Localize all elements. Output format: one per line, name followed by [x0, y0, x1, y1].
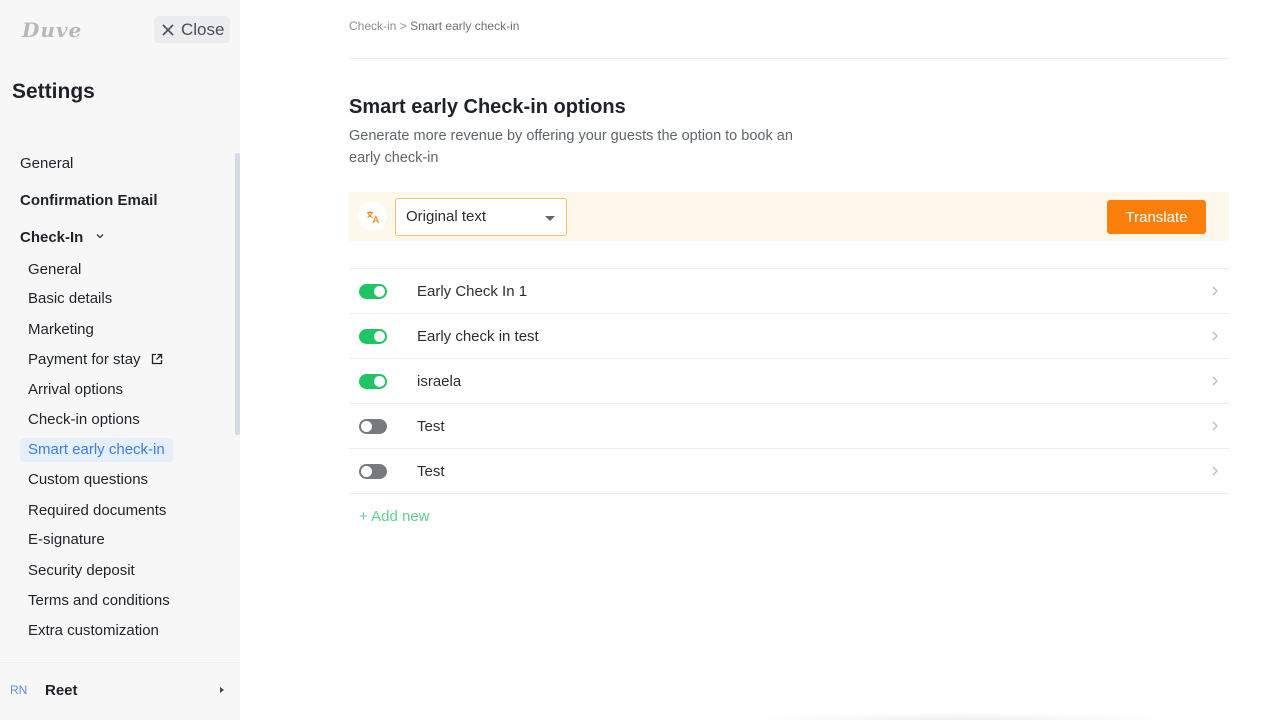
chevron-right-icon — [1212, 466, 1218, 476]
sidebar-subitem-terms-and-conditions[interactable]: Terms and conditions — [20, 589, 178, 613]
close-icon — [162, 23, 174, 36]
sidebar-subitem-label: General — [28, 261, 82, 278]
sidebar-subitem-required-documents[interactable]: Required documents — [20, 499, 174, 523]
option-label: Test — [417, 463, 445, 480]
sidebar-subitem-label: Extra customization — [28, 622, 159, 639]
breadcrumb-parent[interactable]: Check-in — [349, 19, 396, 33]
sidebar-subitem-label: Smart early check-in — [28, 441, 165, 458]
breadcrumb-current: Smart early check-in — [410, 19, 520, 33]
translate-icon — [358, 202, 387, 231]
user-menu[interactable]: RN Reet — [0, 662, 240, 720]
breadcrumb-separator: > — [399, 19, 407, 33]
translate-bar: Original text Translate — [349, 192, 1229, 241]
sidebar-subitem-label: Required documents — [28, 502, 167, 519]
sidebar-subitem-label: Payment for stay — [28, 351, 141, 368]
list-item[interactable]: Early check in test — [349, 314, 1229, 359]
sidebar-subitem-basic-details[interactable]: Basic details — [20, 287, 120, 311]
chevron-right-icon — [1212, 421, 1218, 431]
page-title: Smart early Check-in options — [349, 96, 626, 118]
chevron-down-icon — [545, 216, 555, 221]
sidebar-item-check-in[interactable]: Check-In — [20, 229, 104, 246]
sidebar-scrollbar[interactable] — [235, 153, 240, 435]
list-item[interactable]: Early Check In 1 — [349, 269, 1229, 314]
sidebar-subitem-marketing[interactable]: Marketing — [20, 318, 102, 342]
sidebar-subitem-label: Terms and conditions — [28, 592, 170, 609]
sidebar-item-label: General — [20, 155, 74, 172]
sidebar-item-general[interactable]: General — [20, 155, 73, 172]
sidebar-item-label: Check-In — [20, 229, 84, 246]
enable-toggle[interactable] — [359, 374, 387, 389]
option-label: Test — [417, 418, 445, 435]
sidebar-subitem-payment-for-stay[interactable]: Payment for stay — [20, 348, 171, 372]
sidebar-subitem-label: Marketing — [28, 321, 94, 338]
bottom-shadow — [740, 712, 1180, 720]
sidebar-subitem-e-signature[interactable]: E-signature — [20, 528, 113, 552]
early-check-in-options-list: Early Check In 1 Early check in test isr… — [349, 268, 1229, 494]
sidebar-subitem-smart-early-check-in[interactable]: Smart early check-in — [20, 438, 173, 462]
option-label: Early check in test — [417, 328, 539, 345]
avatar: RN — [10, 683, 28, 697]
settings-title: Settings — [12, 80, 95, 103]
language-select-value: Original text — [406, 208, 487, 225]
list-item[interactable]: israela — [349, 359, 1229, 404]
sidebar-subitem-label: Custom questions — [28, 471, 149, 488]
sidebar-subitem-custom-questions[interactable]: Custom questions — [20, 468, 156, 492]
enable-toggle[interactable] — [359, 464, 387, 479]
enable-toggle[interactable] — [359, 329, 387, 344]
enable-toggle[interactable] — [359, 284, 387, 299]
sidebar-subitem-general[interactable]: General — [20, 258, 89, 282]
sidebar-subitem-label: Check-in options — [28, 411, 140, 428]
sidebar-subitem-security-deposit[interactable]: Security deposit — [20, 559, 143, 583]
duve-logo: Duve — [22, 18, 83, 42]
chevron-right-icon — [1212, 331, 1218, 341]
sidebar-subitem-arrival-options[interactable]: Arrival options — [20, 378, 131, 402]
close-button-label: Close — [181, 19, 225, 39]
sidebar-subitem-check-in-options[interactable]: Check-in options — [20, 408, 148, 432]
close-button[interactable]: Close — [154, 16, 230, 43]
breadcrumb: Check-in > Smart early check-in — [349, 19, 519, 33]
settings-sidebar: Duve Close Settings General Confirmation… — [0, 0, 240, 720]
user-name: Reet — [45, 682, 78, 699]
external-link-icon — [151, 353, 162, 365]
sidebar-subitem-extra-customization[interactable]: Extra customization — [20, 619, 167, 643]
sidebar-item-label: Confirmation Email — [20, 192, 158, 209]
sidebar-subitem-label: Basic details — [28, 290, 113, 307]
enable-toggle[interactable] — [359, 419, 387, 434]
header-divider — [349, 58, 1229, 59]
sidebar-subitem-label: Arrival options — [28, 381, 124, 398]
language-select[interactable]: Original text — [395, 198, 567, 236]
translate-button[interactable]: Translate — [1107, 200, 1206, 234]
chevron-right-icon — [1212, 286, 1218, 296]
sidebar-subitem-label: E-signature — [28, 531, 105, 548]
caret-right-icon — [220, 687, 224, 693]
sidebar-subitem-label: Security deposit — [28, 562, 135, 579]
sidebar-item-confirmation-email[interactable]: Confirmation Email — [20, 192, 158, 209]
option-label: Early Check In 1 — [417, 283, 528, 300]
list-item[interactable]: Test — [349, 404, 1229, 449]
page-description: Generate more revenue by offering your g… — [349, 128, 793, 166]
chevron-right-icon — [1212, 376, 1218, 386]
add-new-button[interactable]: + Add new — [359, 508, 429, 525]
chevron-down-icon — [96, 234, 103, 239]
list-item[interactable]: Test — [349, 449, 1229, 494]
option-label: israela — [417, 373, 462, 390]
